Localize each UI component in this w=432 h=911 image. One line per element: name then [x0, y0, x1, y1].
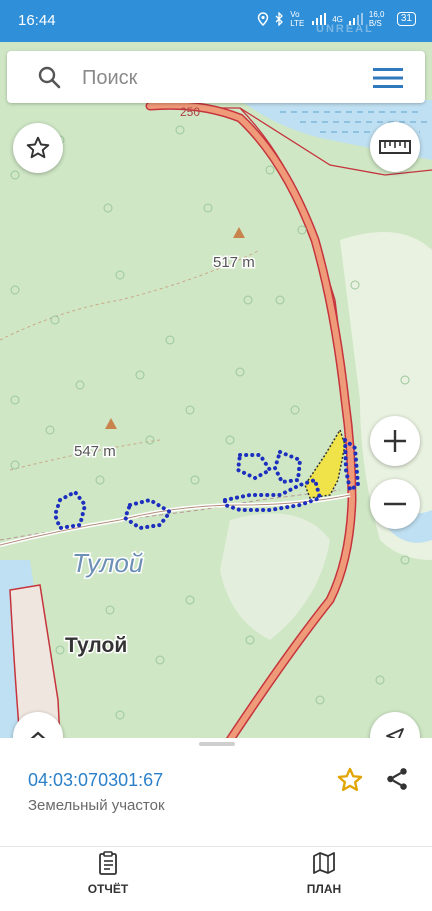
map-canvas: 517 m 547 m Тулой Тулой 250 [0, 42, 432, 740]
village-label-italic: Тулой [72, 548, 143, 578]
peak-label-2: 547 m [74, 443, 116, 460]
search-icon[interactable] [37, 65, 61, 89]
bottom-nav: ОТЧЁТ ПЛАН [0, 846, 432, 911]
star-outline-icon [26, 136, 50, 159]
drag-handle[interactable] [199, 742, 235, 746]
zoom-out-button[interactable] [370, 479, 420, 529]
favorite-map-button[interactable] [13, 123, 63, 173]
map-plan-icon [313, 852, 335, 874]
minus-icon [384, 502, 406, 506]
plus-icon [384, 430, 406, 452]
location-icon [257, 12, 269, 26]
ruler-icon [379, 140, 411, 154]
nav-plan[interactable]: ПЛАН [254, 847, 394, 911]
status-time: 16:44 [18, 12, 56, 29]
parcel-info-sheet: 04:03:070301:67 Земельный участок [0, 738, 432, 846]
nav-report-label: ОТЧЁТ [87, 882, 129, 896]
parcel-type: Земельный участок [28, 797, 165, 814]
bluetooth-icon [275, 12, 284, 26]
nav-report[interactable]: ОТЧЁТ [38, 847, 178, 911]
report-icon [99, 851, 117, 875]
status-bar: 16:44 Vo LTE 4G 16,0 B/S 31 UNREAL [0, 0, 432, 42]
peak-label-1: 517 m [213, 254, 255, 271]
search-input[interactable] [80, 59, 364, 97]
map-view[interactable]: 517 m 547 m Тулой Тулой 250 [0, 42, 432, 740]
cadastral-number[interactable]: 04:03:070301:67 [28, 770, 163, 791]
network-1-label: Vo LTE [290, 10, 305, 28]
ruler-button[interactable] [370, 122, 420, 172]
nav-plan-label: ПЛАН [306, 882, 342, 896]
menu-icon[interactable] [373, 67, 403, 89]
road-number-label: 250 [180, 105, 200, 119]
share-icon[interactable] [384, 766, 410, 792]
search-bar [7, 51, 425, 103]
village-label-bold: Тулой [65, 634, 127, 657]
watermark: UNREAL [316, 23, 374, 35]
battery-icon: 31 [396, 12, 416, 26]
zoom-in-button[interactable] [370, 416, 420, 466]
favorite-star-icon[interactable] [336, 766, 364, 794]
